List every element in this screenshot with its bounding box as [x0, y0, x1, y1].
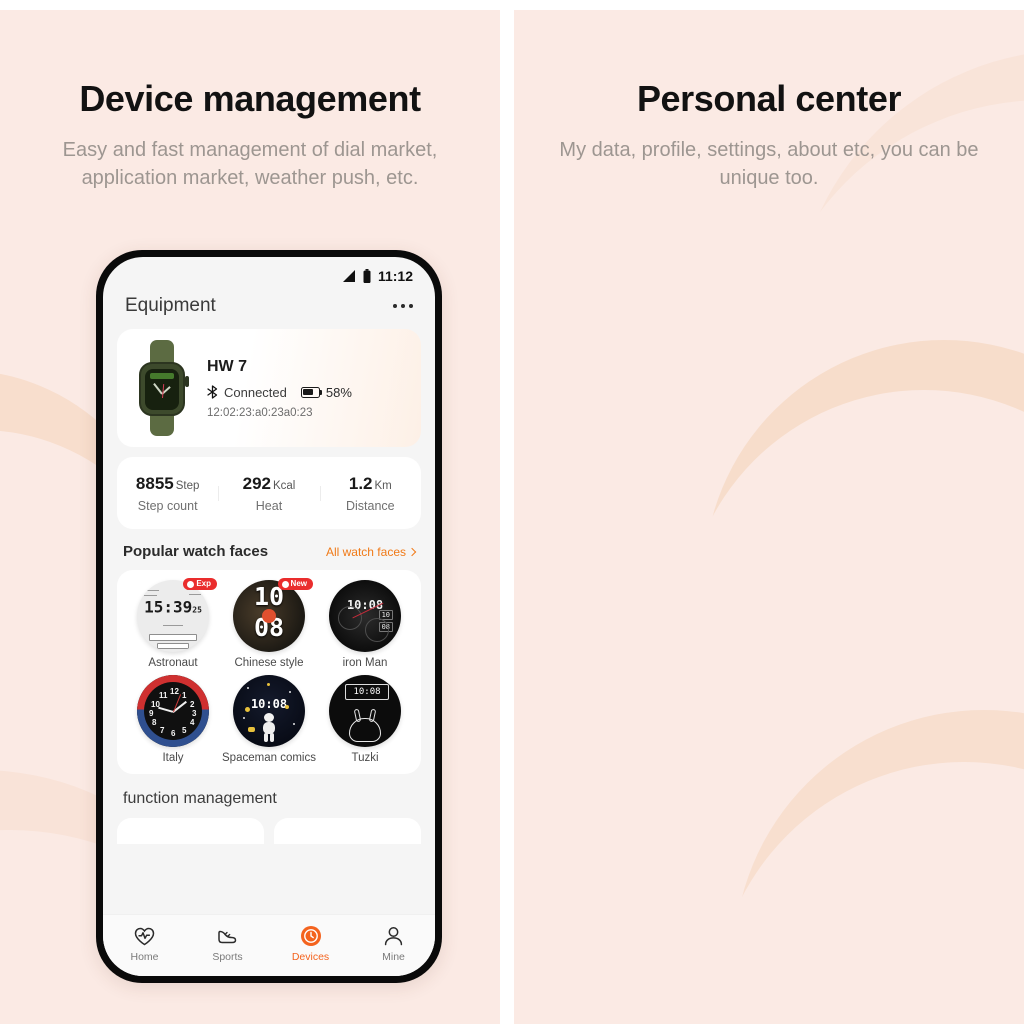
function-management-cards	[117, 818, 421, 844]
tab-label: Mine	[382, 951, 405, 963]
tab-devices[interactable]: Devices	[269, 924, 352, 963]
function-management-title: function management	[123, 790, 277, 807]
decorative-arc	[684, 390, 1024, 870]
stat-label: Heat	[255, 498, 283, 513]
face-seconds: 25	[192, 605, 202, 615]
smartwatch-image	[131, 340, 193, 436]
watch-face-thumbnail-chinese-style: 10 08	[233, 580, 305, 652]
tab-label: Devices	[291, 951, 330, 963]
right-heading-block: Personal center My data, profile, settin…	[514, 78, 1024, 192]
more-options-icon[interactable]	[392, 298, 413, 315]
tab-home[interactable]: Home	[103, 924, 186, 963]
watch-face-badge: Exp	[183, 578, 217, 590]
face-time: 10:08	[250, 697, 288, 711]
bluetooth-icon	[207, 385, 218, 399]
watch-face-item[interactable]: 10:08 10 08 iron Man	[317, 580, 413, 669]
bottom-tab-bar-left: Home Sports Devices Mine	[103, 914, 435, 976]
watch-face-label: Chinese style	[234, 657, 304, 669]
function-card[interactable]	[117, 818, 264, 844]
device-info: HW 7 Connected 58% 12:02:23:a0:23a0:23	[207, 358, 405, 419]
badge-dot-icon	[187, 580, 195, 588]
stat-unit: Kcal	[272, 479, 296, 492]
watch-icon	[269, 924, 352, 948]
all-watch-faces-link[interactable]: All watch faces	[325, 544, 417, 559]
watch-face-thumbnail-astronaut: 15:3925	[137, 580, 209, 652]
person-icon	[352, 924, 435, 948]
watch-faces-card: 15:3925 Exp Astronaut 10 08 New Chinese …	[117, 570, 421, 774]
watch-face-item[interactable]: 10:08 Tuzki	[317, 675, 413, 764]
watch-face-thumbnail-spaceman-comics: 10:08	[233, 675, 305, 747]
signal-icon	[342, 270, 355, 282]
panel-personal-center: Personal center My data, profile, settin…	[514, 10, 1024, 1024]
face-time: 10:08	[353, 687, 381, 697]
watch-face-label: Tuzki	[351, 752, 379, 764]
watch-face-thumbnail-iron-man: 10:08 10 08	[329, 580, 401, 652]
watch-face-label: Spaceman comics	[222, 752, 316, 764]
tab-label: Home	[130, 951, 159, 963]
device-name: HW 7	[207, 357, 247, 375]
stat-value: 292	[242, 473, 271, 493]
watch-face-item[interactable]: 10:08 Spaceman comics	[221, 675, 317, 764]
left-heading-block: Device management Easy and fast manageme…	[0, 78, 500, 192]
stat-unit: Step	[175, 479, 200, 492]
left-content: HW 7 Connected 58% 12:02:23:a0:23a0:23 8…	[103, 329, 435, 914]
watch-face-item[interactable]: 10 08 New Chinese style	[221, 578, 317, 669]
panel-device-management: Device management Easy and fast manageme…	[0, 10, 500, 1024]
stat-value: 8855	[135, 473, 174, 493]
phone-mockup-left: 11:12 Equipment HW 7 Connected 58% 12:02…	[96, 250, 442, 983]
phone-screen-left: 11:12 Equipment HW 7 Connected 58% 12:02…	[103, 257, 435, 976]
watch-face-label: iron Man	[342, 657, 388, 669]
tab-sports[interactable]: Sports	[186, 924, 269, 963]
stat-label: Distance	[346, 498, 395, 513]
chevron-right-icon	[407, 547, 417, 556]
face-time: 15:39	[144, 597, 193, 617]
decorative-arc	[704, 340, 1024, 820]
screenshot-stage: Device management Easy and fast manageme…	[0, 0, 1024, 1024]
watch-face-badge: New	[277, 578, 313, 590]
heart-pulse-icon	[103, 924, 186, 948]
device-connection-status: Connected	[224, 384, 287, 400]
watch-faces-header: Popular watch faces All watch faces	[117, 529, 421, 570]
page-heading: Equipment	[125, 295, 216, 316]
device-battery-percent: 58%	[325, 384, 352, 400]
equipment-header: Equipment	[103, 291, 435, 329]
battery-icon	[363, 269, 371, 283]
stat-heat[interactable]: 292 Kcal Heat	[218, 474, 319, 513]
watch-face-label: Italy	[162, 752, 184, 764]
shoe-icon	[186, 924, 269, 948]
badge-dot-icon	[281, 580, 289, 588]
device-mac-address: 12:02:23:a0:23a0:23	[207, 406, 313, 419]
link-label: All watch faces	[325, 544, 406, 559]
watch-faces-grid: 15:3925 Exp Astronaut 10 08 New Chinese …	[125, 578, 413, 764]
page-subtitle: My data, profile, settings, about etc, y…	[559, 139, 979, 189]
decorative-arc	[734, 710, 1024, 1024]
watch-face-item[interactable]: 15:3925 Exp Astronaut	[125, 578, 221, 669]
watch-face-thumbnail-italy: 12 1 2 3 4 5 6 7 8 9 10 11	[137, 675, 209, 747]
watch-face-item[interactable]: 12 1 2 3 4 5 6 7 8 9 10 11 Italy	[125, 675, 221, 764]
tab-label: Sports	[212, 951, 243, 963]
status-bar: 11:12	[103, 257, 435, 291]
page-subtitle: Easy and fast management of dial market,…	[62, 139, 438, 189]
device-card[interactable]: HW 7 Connected 58% 12:02:23:a0:23a0:23	[117, 329, 421, 447]
function-card[interactable]	[274, 818, 421, 844]
daily-stats-card: 8855 Step Step count 292 Kcal Heat 1.2 Km D…	[117, 457, 421, 529]
page-title: Personal center	[636, 78, 902, 119]
watch-face-thumbnail-tuzki: 10:08	[329, 675, 401, 747]
status-time: 11:12	[377, 268, 413, 284]
stat-value: 1.2	[348, 473, 373, 493]
page-title: Device management	[79, 78, 421, 119]
watch-face-label: Astronaut	[148, 657, 198, 669]
section-title: Popular watch faces	[123, 543, 269, 560]
tab-mine[interactable]: Mine	[352, 924, 435, 963]
stat-unit: Km	[374, 479, 392, 492]
stat-label: Step count	[137, 498, 198, 513]
battery-icon	[300, 386, 323, 398]
decorative-arc	[714, 762, 1024, 1024]
stat-step-count[interactable]: 8855 Step Step count	[117, 474, 218, 513]
stat-distance[interactable]: 1.2 Km Distance	[319, 473, 421, 513]
